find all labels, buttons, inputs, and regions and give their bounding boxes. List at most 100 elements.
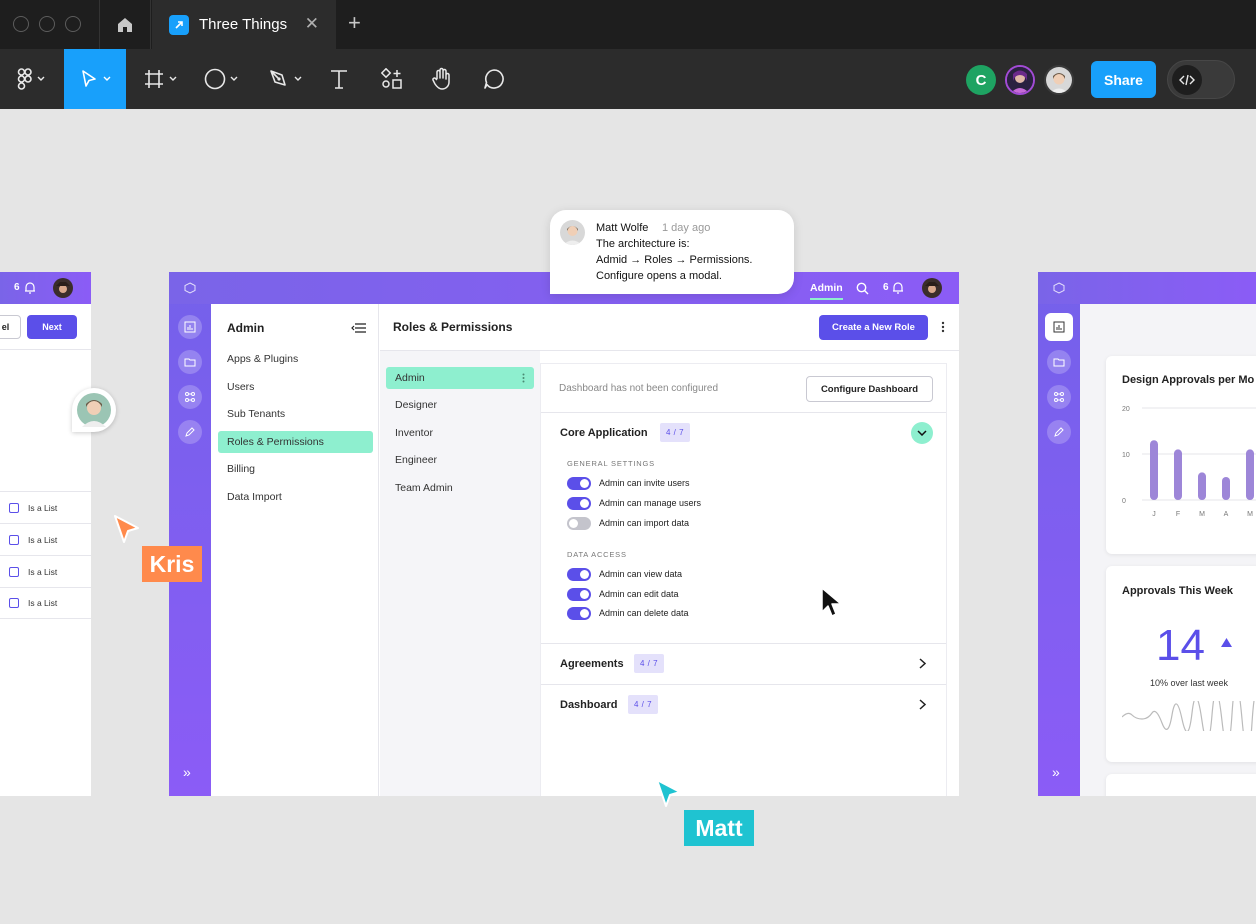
matt-cursor-label: Matt	[684, 810, 754, 846]
expand-sidebar-icon[interactable]: »	[183, 764, 191, 780]
nav-item-apps-plugins[interactable]: Apps & Plugins	[218, 348, 373, 370]
close-tab-icon[interactable]: ✕	[305, 15, 319, 32]
x-tick-label: F	[1176, 511, 1180, 518]
edit-nav-icon[interactable]	[1047, 420, 1071, 444]
comment-icon	[484, 69, 504, 89]
collaborator-avatar[interactable]: C	[966, 65, 996, 95]
nav-item-roles-permissions[interactable]: Roles & Permissions	[218, 431, 373, 453]
bell-icon[interactable]	[24, 281, 36, 294]
checkbox[interactable]	[9, 598, 19, 608]
share-button[interactable]: Share	[1091, 61, 1156, 98]
admin-frame: Admin 6 » Admin Apps & Plugins Users Sub…	[169, 272, 959, 796]
configure-dashboard-button[interactable]: Configure Dashboard	[806, 376, 933, 402]
comment-bubble[interactable]: Matt Wolfe 1 day ago The architecture is…	[550, 210, 794, 294]
chevron-down-icon	[917, 430, 927, 436]
code-icon	[1172, 65, 1202, 95]
cancel-button[interactable]: el	[0, 315, 21, 339]
comment-pin-avatar[interactable]	[72, 388, 116, 432]
notification-count: 6	[14, 282, 20, 293]
checkbox[interactable]	[9, 534, 19, 545]
ellipse-icon	[204, 68, 226, 90]
collaborator-avatar[interactable]	[1005, 65, 1035, 95]
move-tool[interactable]	[64, 49, 126, 109]
sparkline	[1122, 701, 1255, 731]
toggle-edit-data[interactable]	[567, 588, 591, 601]
section-agreements[interactable]: Agreements 4 / 7	[541, 644, 946, 684]
main-menu-button[interactable]	[0, 49, 62, 109]
list-item[interactable]: Is a List	[0, 587, 91, 619]
list-item[interactable]: Is a List	[0, 491, 91, 523]
nav-item-sub-tenants[interactable]: Sub Tenants	[218, 403, 373, 425]
toggle-manage-users[interactable]	[567, 497, 591, 510]
toggle-invite-users[interactable]	[567, 477, 591, 490]
role-engineer[interactable]: Engineer	[386, 449, 534, 471]
left-frame: 6 el Next Is a List Is a List Is a List …	[0, 272, 91, 796]
dev-mode-toggle[interactable]	[1167, 60, 1235, 99]
minimize-window-button[interactable]	[39, 16, 55, 32]
analytics-nav-icon[interactable]	[178, 315, 202, 339]
pen-tool[interactable]	[258, 49, 312, 109]
toggle-import-data[interactable]	[567, 517, 591, 530]
home-button[interactable]	[99, 0, 151, 49]
pen-icon	[270, 70, 286, 86]
folder-nav-icon[interactable]	[178, 350, 202, 374]
tab-admin[interactable]: Admin	[810, 282, 843, 300]
role-label: Admin	[395, 372, 425, 384]
avatar-icon	[1007, 67, 1033, 93]
avatar[interactable]	[922, 278, 942, 298]
resources-tool[interactable]	[370, 49, 414, 109]
next-button[interactable]: Next	[27, 315, 77, 339]
create-role-button[interactable]: Create a New Role	[819, 315, 928, 340]
matt-cursor-icon	[656, 779, 681, 807]
collaborator-avatar[interactable]	[1044, 65, 1074, 95]
workflow-nav-icon[interactable]	[178, 385, 202, 409]
nav-item-users[interactable]: Users	[218, 376, 373, 398]
bell-icon[interactable]	[892, 281, 904, 294]
expand-sidebar-icon[interactable]: »	[1052, 764, 1060, 780]
nav-item-data-import[interactable]: Data Import	[218, 486, 373, 508]
frame-tool[interactable]	[134, 49, 186, 109]
new-tab-button[interactable]: +	[348, 12, 361, 34]
edit-nav-icon[interactable]	[178, 420, 202, 444]
y-tick-label: 20	[1122, 406, 1130, 413]
analytics-nav-icon[interactable]	[1045, 313, 1073, 341]
search-icon[interactable]	[856, 282, 869, 295]
hand-tool[interactable]	[420, 49, 464, 109]
more-options-icon[interactable]	[941, 321, 945, 333]
list-item[interactable]: Is a List	[0, 555, 91, 587]
collapse-menu-icon[interactable]	[351, 323, 367, 333]
comment-tool[interactable]	[472, 49, 516, 109]
y-tick-label: 0	[1122, 498, 1126, 505]
checkbox[interactable]	[9, 566, 19, 577]
nav-item-billing[interactable]: Billing	[218, 458, 373, 480]
collapse-section-button[interactable]	[911, 422, 933, 444]
checkbox[interactable]	[9, 502, 19, 513]
general-settings-label: GENERAL SETTINGS	[567, 459, 655, 468]
section-dashboard[interactable]: Dashboard 4 / 7	[541, 685, 946, 725]
list-item[interactable]: Is a List	[0, 523, 91, 555]
toggle-delete-data[interactable]	[567, 607, 591, 620]
maximize-window-button[interactable]	[65, 16, 81, 32]
permission-count-badge: 4 / 7	[660, 423, 691, 442]
file-tab[interactable]: Three Things ✕	[152, 0, 336, 49]
avatar[interactable]	[53, 278, 73, 298]
role-admin[interactable]: Admin	[386, 367, 534, 389]
folder-nav-icon[interactable]	[1047, 350, 1071, 374]
pointer-icon	[82, 70, 96, 87]
comment-time: 1 day ago	[662, 222, 711, 234]
text-tool[interactable]	[318, 49, 360, 109]
toggle-view-data[interactable]	[567, 568, 591, 581]
role-designer[interactable]: Designer	[386, 394, 534, 416]
frame-header: 6	[0, 272, 91, 304]
mouse-cursor-icon	[821, 587, 842, 617]
drag-handle-icon[interactable]	[522, 373, 525, 383]
close-window-button[interactable]	[13, 16, 29, 32]
section-title-dashboard: Dashboard	[560, 699, 618, 711]
section-title-core-application: Core Application	[560, 427, 648, 439]
role-team-admin[interactable]: Team Admin	[386, 477, 534, 499]
approvals-week-card: Approvals This Week 14 10% over last wee…	[1106, 566, 1256, 762]
shape-tool[interactable]	[194, 49, 248, 109]
action-bar: el Next	[0, 304, 91, 350]
role-inventor[interactable]: Inventor	[386, 422, 534, 444]
workflow-nav-icon[interactable]	[1047, 385, 1071, 409]
